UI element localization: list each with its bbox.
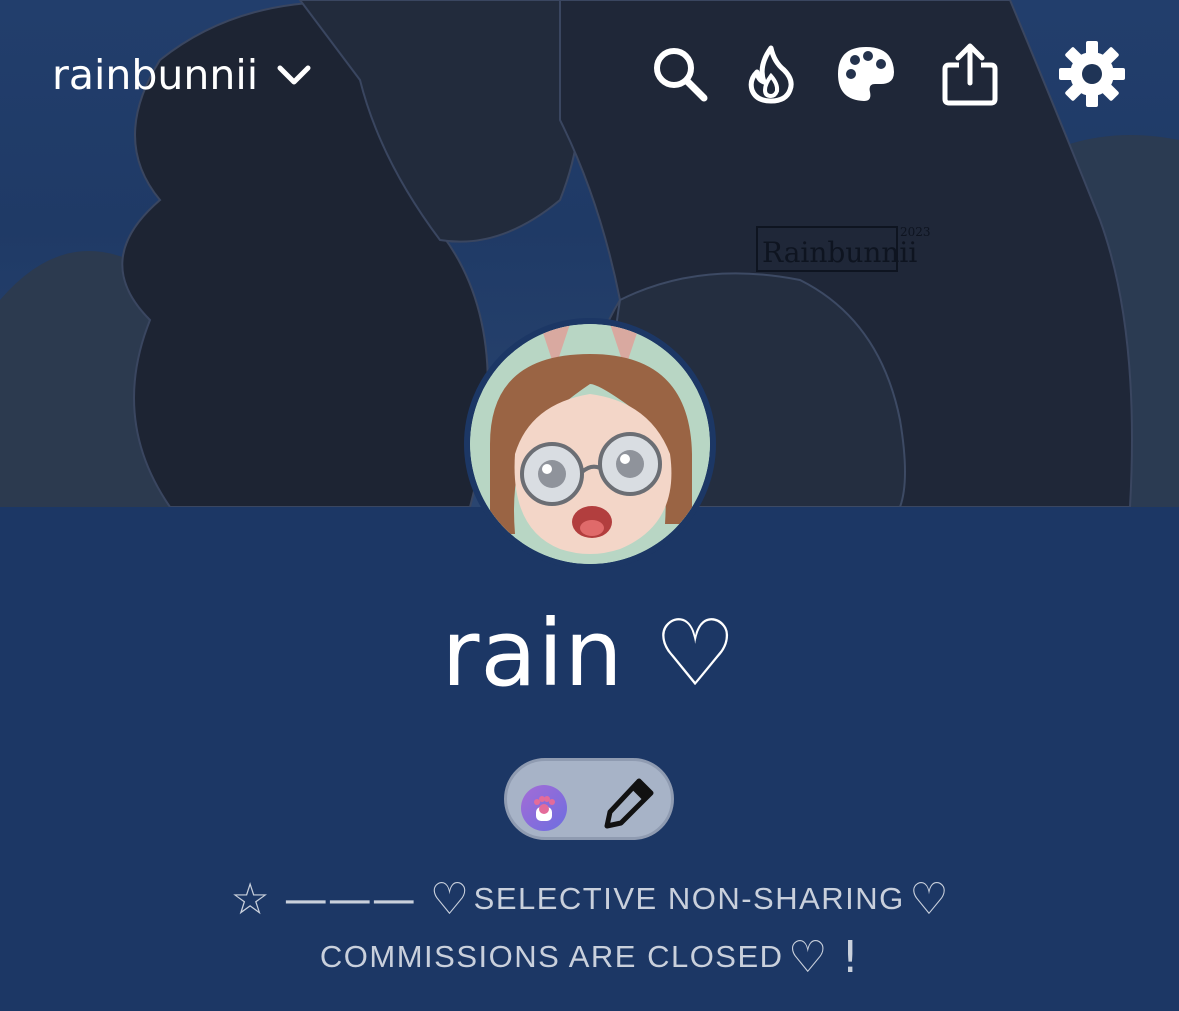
avatar[interactable] [464, 318, 716, 570]
edit-badges-button[interactable] [601, 775, 657, 831]
description-line-2: COMMISSIONS ARE CLOSED ♡ ! [0, 928, 1179, 986]
description-symbols: ☆ ——— ♡ [230, 873, 470, 925]
search-button[interactable] [644, 38, 716, 110]
description-text-1: SELECTIVE NON-SHARING [473, 881, 905, 916]
chevron-down-icon [277, 65, 311, 85]
paw-badge-icon [521, 785, 567, 831]
search-icon [654, 48, 708, 102]
pencil-icon [604, 778, 654, 829]
signature-text: Rainbunnii [762, 236, 917, 269]
flame-icon [748, 45, 794, 104]
avatar-illustration [470, 324, 710, 564]
description-heart-2: ♡ ! [788, 931, 860, 983]
palette-button[interactable] [830, 38, 902, 110]
blog-title: rain ♡ [441, 600, 738, 707]
description-line-1: ☆ ——— ♡ SELECTIVE NON-SHARING ♡ [0, 870, 1179, 928]
gear-icon [1059, 41, 1125, 107]
description-text-2: COMMISSIONS ARE CLOSED [319, 939, 784, 974]
signature-year: 2023 [900, 225, 931, 239]
description-heart-1: ♡ [909, 873, 949, 925]
blog-switcher[interactable]: rainbunnii [52, 50, 312, 100]
blog-description: ☆ ——— ♡ SELECTIVE NON-SHARING ♡ COMMISSI… [0, 870, 1179, 986]
top-bar: rainbunnii [0, 0, 1179, 150]
share-icon [942, 43, 998, 106]
share-button[interactable] [934, 38, 1006, 110]
settings-button[interactable] [1056, 38, 1128, 110]
palette-icon [838, 47, 894, 101]
activity-button[interactable] [735, 38, 807, 110]
badge-pill[interactable] [504, 758, 674, 840]
blog-name: rainbunnii [52, 51, 259, 99]
